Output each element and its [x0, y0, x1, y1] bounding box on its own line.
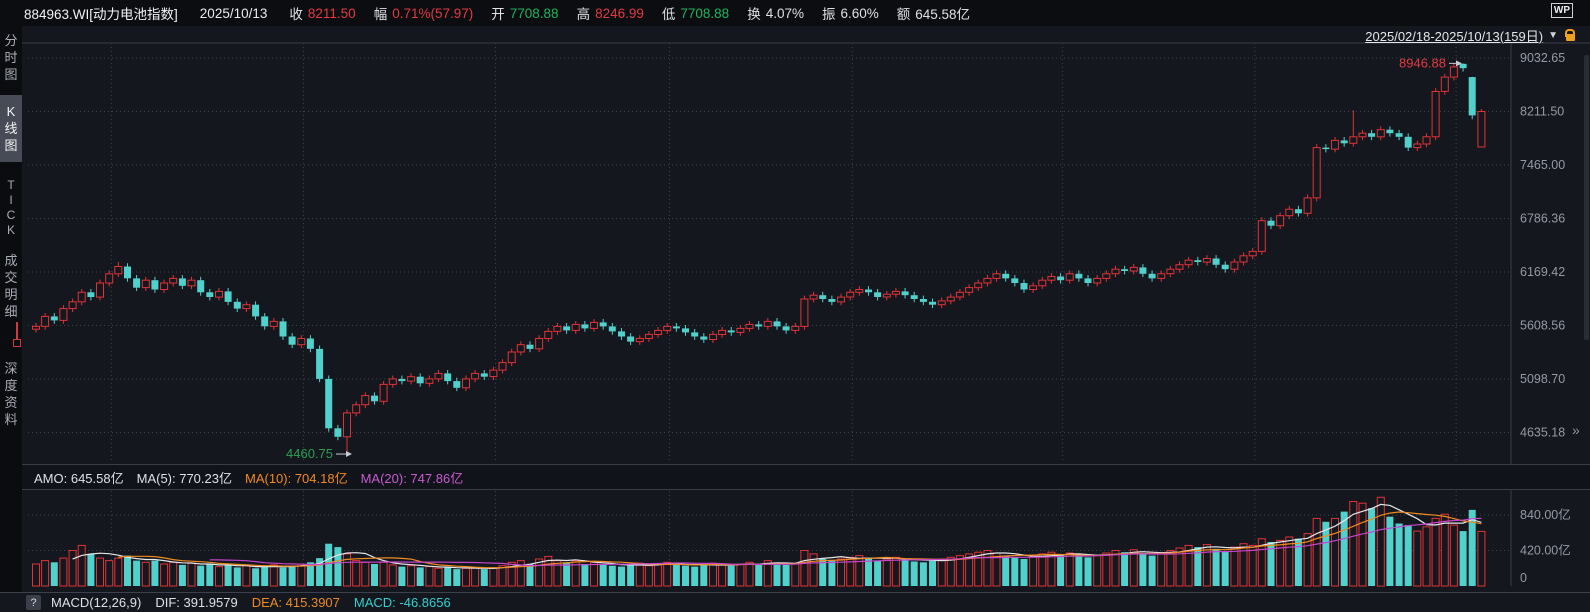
quote-field: 低7708.88: [662, 3, 729, 23]
svg-text:840.00亿: 840.00亿: [1520, 507, 1571, 522]
volume-header-segment: AMO: 645.58亿: [34, 468, 124, 487]
status-segments: MACD(12,26,9) DIF: 391.9579 DEA: 415.3907 M…: [51, 595, 465, 610]
sidebar-item-trade-detail[interactable]: 成交明细: [0, 252, 22, 320]
svg-text:4635.18: 4635.18: [1520, 426, 1565, 440]
panel-expand-chevron[interactable]: »: [1572, 422, 1580, 438]
volume-header-segment: MA(10): 704.18亿: [245, 468, 348, 487]
wp-badge-icon[interactable]: WP: [1551, 3, 1573, 18]
quote-field: 收8211.50: [289, 3, 355, 23]
chevron-down-icon[interactable]: ▼: [1548, 30, 1558, 41]
volume-header-segment: MA(5): 770.23亿: [137, 468, 232, 487]
symbol-title: 884963.WI[动力电池指数]: [24, 3, 178, 23]
svg-text:420.00亿: 420.00亿: [1520, 543, 1571, 558]
svg-text:6169.42: 6169.42: [1520, 265, 1565, 279]
sidebar-nav: 分时图 K线图 TICK 成交明细深度资料: [0, 26, 22, 592]
svg-text:7465.00: 7465.00: [1520, 158, 1565, 172]
sidebar-item-kline[interactable]: K线图: [0, 95, 22, 162]
svg-text:5608.56: 5608.56: [1520, 319, 1565, 333]
svg-text:0: 0: [1520, 571, 1527, 585]
volume-header-segment: MA(20): 747.86亿: [361, 468, 464, 487]
quote-fields: 收8211.50 幅0.71%(57.97) 开7708.88 高8246.99 低77…: [289, 3, 988, 23]
range-selector[interactable]: 2025/02/18-2025/10/13(159日) ▼: [1365, 27, 1576, 43]
range-label[interactable]: 2025/02/18-2025/10/13(159日): [1365, 26, 1543, 45]
high-annotation: 8946.88: [1399, 55, 1446, 70]
kline-chart-canvas[interactable]: 9032.65 8211.50 7465.00 6786.36 6169.42 5608.…: [0, 0, 1590, 612]
status-segment: DIF: 391.9579: [155, 595, 237, 610]
status-bar: ? MACD(12,26,9) DIF: 391.9579 DEA: 415.390…: [0, 592, 1590, 612]
quote-field: 幅0.71%(57.97): [374, 3, 474, 23]
unlock-icon[interactable]: [1565, 29, 1576, 41]
quote-field: 高8246.99: [577, 3, 644, 23]
quote-topbar: 884963.WI[动力电池指数] 2025/10/13 收8211.50 幅0.…: [0, 0, 1590, 26]
sidebar-drag-handle-icon[interactable]: [13, 322, 21, 348]
volume-header: AMO: 645.58亿 MA(5): 770.23亿 MA(10): 704.18…: [22, 464, 1590, 490]
status-segment: DEA: 415.3907: [252, 595, 340, 610]
help-button[interactable]: ?: [26, 595, 41, 610]
sidebar-item-tick[interactable]: TICK: [0, 178, 22, 238]
quote-date: 2025/10/13: [200, 6, 268, 21]
status-segment: MACD: -46.8656: [354, 595, 451, 610]
quote-field: 开7708.88: [491, 3, 558, 23]
svg-text:9032.65: 9032.65: [1520, 51, 1565, 65]
low-annotation: 4460.75: [286, 446, 333, 461]
quote-field: 振6.60%: [822, 3, 879, 23]
svg-text:5098.70: 5098.70: [1520, 372, 1565, 386]
quote-field: 额645.58亿: [897, 3, 970, 23]
sidebar-item-depth-info[interactable]: 深度资料: [0, 360, 22, 428]
svg-text:6786.36: 6786.36: [1520, 212, 1565, 226]
quote-field: 换4.07%: [747, 3, 804, 23]
status-segment: MACD(12,26,9): [51, 595, 141, 610]
scrollbar-thumb[interactable]: [1584, 55, 1589, 340]
svg-text:8211.50: 8211.50: [1520, 105, 1564, 119]
sidebar-item-intraday[interactable]: 分时图: [0, 32, 22, 83]
